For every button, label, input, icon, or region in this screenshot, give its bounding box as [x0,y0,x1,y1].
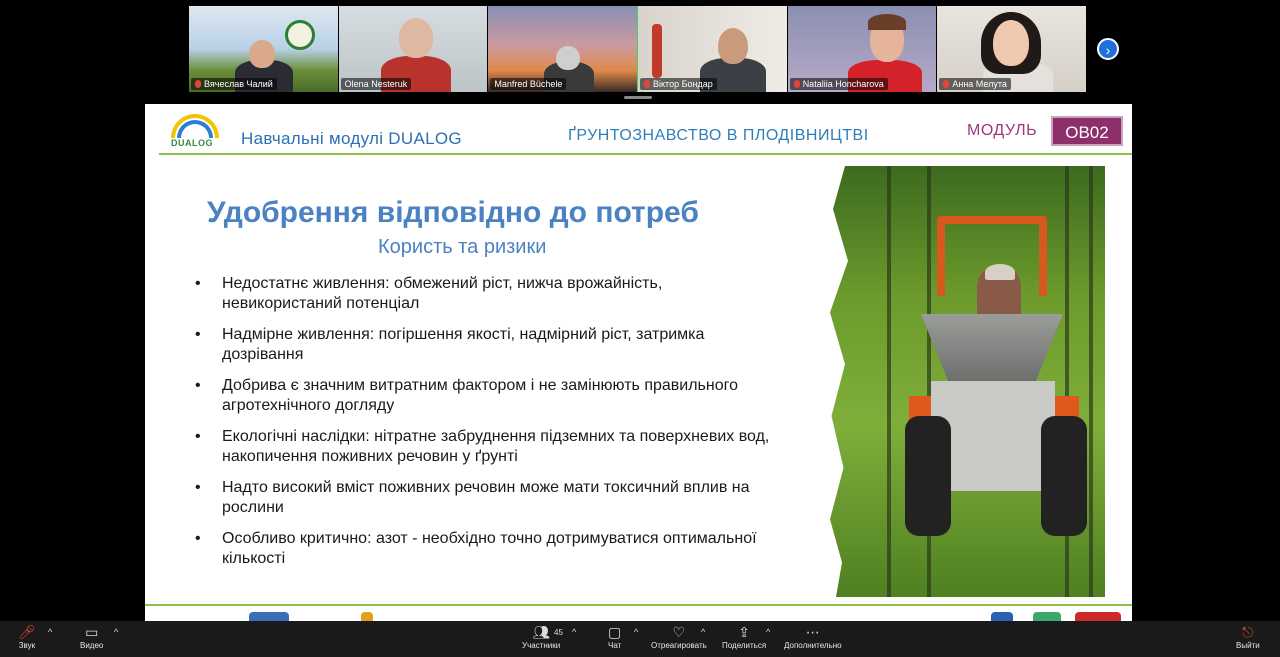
participant-name: Анна Мелута [939,78,1011,90]
participant-name: Nataliia Honcharova [789,78,888,90]
bullet-item: Надмірне живлення: погіршення якості, на… [195,325,775,365]
participants-icon: 👥︎ [532,624,550,640]
more-icon: ⋯ [805,624,820,640]
module-code-badge: OB02 [1051,116,1123,146]
participant-tile[interactable]: Анна Мелута [937,6,1088,92]
exit-icon: ⎋ [1242,624,1254,640]
camera-icon: ▭ [85,624,99,640]
bullet-list: Недостатнє живлення: обмежений ріст, ниж… [195,274,775,580]
participants-count: 45 [554,628,563,637]
slide-header-course: ҐРУНТОЗНАВСТВО В ПЛОДІВНИЦТВІ [568,127,869,144]
bullet-item: Добрива є значним витратним фактором і н… [195,376,775,416]
bullet-item: Особливо критично: азот - необхідно точн… [195,529,775,569]
share-screen-icon: ⇪ [738,624,750,640]
react-options-caret[interactable]: ^ [701,623,705,641]
participant-tile-active[interactable]: Manfred Büchele [488,6,639,92]
chat-icon: ▢ [608,624,622,640]
module-label: МОДУЛЬ [967,122,1038,139]
participant-name: Віктор Бондар [640,78,717,90]
footer-divider [145,604,1132,606]
participant-tile[interactable]: Вячеслав Чалий [189,6,339,92]
participant-tile[interactable]: Olena Nesteruk [338,6,489,92]
mic-muted-icon: 🎤︎ [18,624,36,640]
more-button[interactable]: ⋯ Дополнительно [784,623,842,650]
partner-logo [1075,612,1121,621]
chat-button[interactable]: ▢ Чат [608,623,621,650]
next-participants-button[interactable]: › [1097,38,1119,60]
slide-header-left: Навчальні модулі DUALOG [241,129,462,148]
shared-slide: DUALOG Навчальні модулі DUALOG ҐРУНТОЗНА… [145,104,1132,621]
participant-tile[interactable]: Віктор Бондар [638,6,788,92]
mic-muted-icon [943,80,950,88]
partner-logo [991,612,1013,621]
partner-logo [361,612,373,621]
react-button[interactable]: ♡ Отреагировать [651,623,707,650]
emblem-icon [285,20,315,50]
header-divider [159,153,1132,155]
mic-muted-icon [195,80,201,88]
participant-strip: Вячеслав Чалий Olena Nesteruk Manfred Bü… [189,6,1088,92]
partner-logo [249,612,289,621]
video-options-caret[interactable]: ^ [114,623,118,641]
audio-options-caret[interactable]: ^ [48,623,52,641]
tractor-spreader-photo [827,166,1105,597]
heart-icon: ♡ [672,624,686,640]
bullet-item: Недостатнє живлення: обмежений ріст, ниж… [195,274,775,314]
participant-tile[interactable]: Nataliia Honcharova [787,6,938,92]
dualog-logo: DUALOG [165,112,225,152]
participant-name: Вячеслав Чалий [191,78,277,90]
partner-logo [1033,612,1061,621]
participant-name: Manfred Büchele [490,78,567,90]
share-options-caret[interactable]: ^ [766,623,770,641]
bullet-item: Надто високий вміст поживних речовин мож… [195,478,775,518]
chat-options-caret[interactable]: ^ [634,623,638,641]
bullet-item: Екологічні наслідки: нітратне забрудненн… [195,427,775,467]
meeting-toolbar: 🎤︎ Звук ^ ▭ Видео ^ 👥︎ Участники 45 ^ ▢ … [0,621,1280,657]
participant-name: Olena Nesteruk [340,78,412,90]
strip-drag-handle[interactable] [624,96,652,99]
slide-subtitle: Користь та ризики [378,236,547,258]
share-button[interactable]: ⇪ Поделиться [722,623,766,650]
participants-options-caret[interactable]: ^ [572,623,576,641]
mic-muted-icon [793,80,800,88]
mic-muted-icon [644,80,651,88]
leave-button[interactable]: ⎋ Выйти [1236,623,1260,650]
slide-title: Удобрення відповідно до потреб [207,196,699,229]
video-button[interactable]: ▭ Видео [80,623,103,650]
audio-button[interactable]: 🎤︎ Звук [18,623,36,650]
